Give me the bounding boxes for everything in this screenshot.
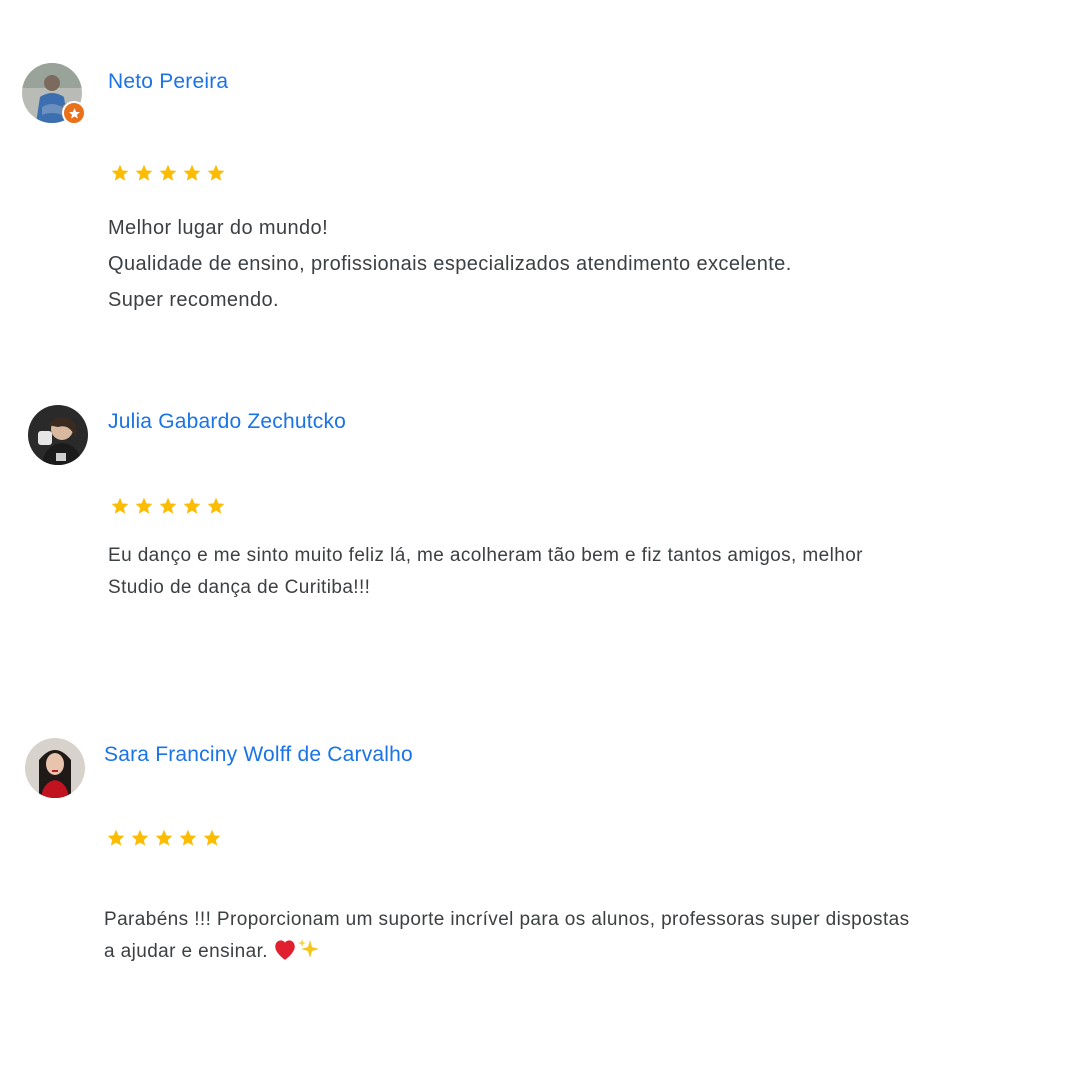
star-rating (106, 828, 222, 848)
reviewer-name[interactable]: Sara Franciny Wolff de Carvalho (104, 743, 413, 767)
star-icon (207, 164, 225, 181)
star-icon (135, 497, 153, 514)
reviewer-name[interactable]: Julia Gabardo Zechutcko (108, 410, 346, 434)
star-icon (131, 829, 149, 846)
star-icon (183, 164, 201, 181)
review-card: Neto Pereira Melhor lugar do mundo! Qual… (0, 0, 1080, 340)
star-icon (203, 829, 221, 846)
reviewer-name[interactable]: Neto Pereira (108, 70, 228, 94)
local-guide-badge-icon (62, 101, 86, 125)
star-icon (179, 829, 197, 846)
avatar[interactable] (25, 738, 85, 798)
star-icon (107, 829, 125, 846)
avatar-photo (25, 738, 85, 798)
review-text: Melhor lugar do mundo! Qualidade de ensi… (108, 217, 792, 311)
star-rating (110, 496, 226, 516)
avatar[interactable] (22, 63, 86, 125)
sparkles-emoji-icon (297, 939, 319, 958)
star-icon (111, 164, 129, 181)
review-card: Sara Franciny Wolff de Carvalho Parabéns… (0, 680, 1080, 1080)
heart-emoji-icon (275, 940, 295, 960)
star-icon (159, 164, 177, 181)
star-icon (135, 164, 153, 181)
avatar[interactable] (28, 405, 88, 465)
review-text-body: Parabéns !!! Proporcionam um suporte inc… (104, 909, 910, 962)
star-icon (111, 497, 129, 514)
review-text: Parabéns !!! Proporcionam um suporte inc… (104, 872, 910, 968)
star-icon (207, 497, 225, 514)
star-rating (110, 163, 226, 183)
star-icon (183, 497, 201, 514)
star-icon (155, 829, 173, 846)
review-text: Eu danço e me sinto muito feliz lá, me a… (108, 545, 863, 598)
star-icon (159, 497, 177, 514)
avatar-photo (28, 405, 88, 465)
review-card: Julia Gabardo Zechutcko Eu danço e me si… (0, 340, 1080, 680)
